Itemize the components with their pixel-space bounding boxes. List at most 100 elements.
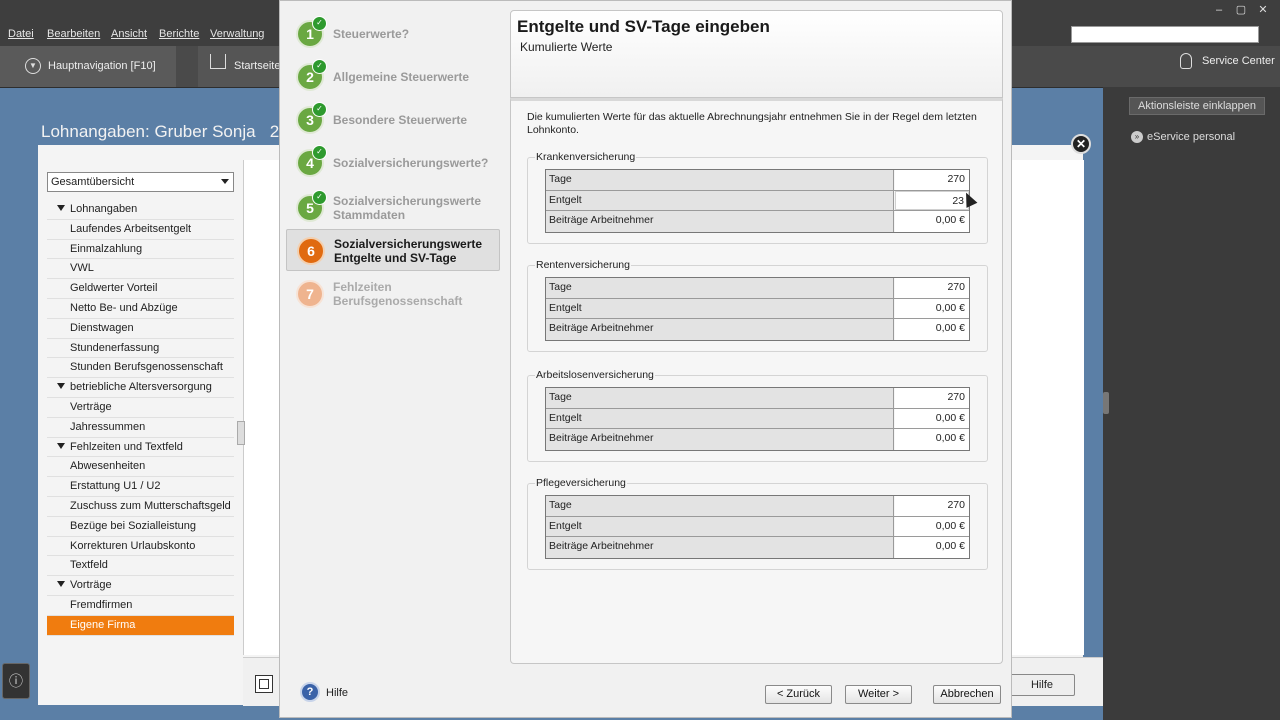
chevron-down-icon <box>221 179 229 184</box>
wizard-step-3[interactable]: 3 ✓ Besondere Steuerwerte <box>286 102 500 136</box>
close-icon[interactable]: ✕ <box>1252 3 1274 16</box>
field-label: Tage <box>546 278 894 298</box>
tree-item[interactable]: Abwesenheiten <box>47 457 234 478</box>
cancel-button[interactable]: Abbrechen <box>933 685 1001 704</box>
wizard-step-4[interactable]: 4 ✓ Sozialversicherungswerte? <box>286 145 500 179</box>
step-label: Sozialversicherungswerte Stammdaten <box>333 194 482 222</box>
help-link[interactable]: Hilfe <box>326 687 348 699</box>
expand-triangle-icon[interactable] <box>57 205 65 211</box>
tree-item[interactable]: Verträge <box>47 398 234 418</box>
service-center-label: Service Center <box>1202 54 1275 67</box>
value-input[interactable]: 23 <box>895 190 969 210</box>
splitter-handle[interactable] <box>237 421 245 445</box>
hilfe-button-background[interactable]: Hilfe <box>1009 674 1075 696</box>
menu-bearbeiten[interactable]: Bearbeiten <box>47 28 100 40</box>
value-input[interactable]: 270 <box>895 388 969 408</box>
tree-item[interactable]: Geldwerter Vorteil <box>47 279 234 299</box>
tree-item[interactable]: Eigene Firma <box>47 615 234 636</box>
home-icon <box>210 54 226 69</box>
wizard-step-5[interactable]: 5 ✓ Sozialversicherungswerte Stammdaten <box>286 190 500 226</box>
service-center-button[interactable]: Service Center <box>1180 53 1275 69</box>
tree-item[interactable]: Erstattung U1 / U2 <box>47 477 234 497</box>
tree-item-label: Fehlzeiten und Textfeld <box>70 440 183 453</box>
help-icon[interactable]: ? <box>300 682 320 702</box>
step-label: Sozialversicherungswerte Entgelte und SV… <box>334 237 483 265</box>
value-input[interactable]: 0,00 € <box>895 537 969 558</box>
value-input[interactable]: 0,00 € <box>895 298 969 318</box>
checkmark-icon: ✓ <box>312 59 327 74</box>
hauptnavigation-label: Hauptnavigation [F10] <box>48 60 156 72</box>
tree-item[interactable]: Einmalzahlung <box>47 240 234 260</box>
wizard-step-2[interactable]: 2 ✓ Allgemeine Steuerwerte <box>286 59 500 93</box>
value-input[interactable]: 270 <box>895 278 969 298</box>
tree-group[interactable]: Vorträge <box>47 576 234 596</box>
tree-item-label: Bezüge bei Sozialleistung <box>70 519 196 532</box>
tree-item-label: Eigene Firma <box>70 618 136 631</box>
value-input[interactable]: 0,00 € <box>895 429 969 450</box>
grid-row: Beiträge Arbeitnehmer 0,00 € <box>546 319 969 340</box>
group-title: Krankenversicherung <box>535 151 637 163</box>
tab-startseite[interactable]: Startseite <box>198 46 280 87</box>
tree-item[interactable]: Stunden Berufsgenossenschaft <box>47 358 234 379</box>
back-button[interactable]: < Zurück <box>765 685 832 704</box>
overview-select-value: Gesamtübersicht <box>51 176 135 188</box>
tree-item[interactable]: Zuschuss zum Mutterschaftsgeld <box>47 497 234 517</box>
tree-item[interactable]: Netto Be- und Abzüge <box>47 299 234 319</box>
field-label: Entgelt <box>546 408 894 428</box>
tree-item-label: Einmalzahlung <box>70 242 143 255</box>
value-input[interactable]: 0,00 € <box>895 516 969 536</box>
tree-item[interactable]: VWL <box>47 259 234 280</box>
info-icon[interactable]: ⓘ <box>2 663 30 699</box>
tree-group[interactable]: betriebliche Altersversorgung <box>47 378 234 398</box>
value-input[interactable]: 0,00 € <box>895 408 969 428</box>
checkmark-icon: ✓ <box>312 190 327 205</box>
tree-item[interactable]: Stundenerfassung <box>47 339 234 359</box>
tree-group[interactable]: Fehlzeiten und Textfeld <box>47 438 234 458</box>
grid-row: Tage 270 <box>546 496 969 517</box>
expand-triangle-icon[interactable] <box>57 581 65 588</box>
tree-item[interactable]: Bezüge bei Sozialleistung <box>47 517 234 537</box>
panel-description: Die kumulierten Werte für das aktuelle A… <box>527 111 977 136</box>
hauptnavigation-button[interactable]: ▼ Hauptnavigation [F10] <box>0 46 176 87</box>
menu-berichte[interactable]: Berichte <box>159 28 199 40</box>
values-grid: Tage 270 Entgelt 0,00 € Beiträge Arbeitnehme… <box>545 277 970 341</box>
wizard-step-6[interactable]: 6 Sozialversicherungswerte Entgelte und S… <box>286 229 500 271</box>
tree-group[interactable]: Lohnangaben <box>47 200 234 220</box>
tree-item[interactable]: Laufendes Arbeitsentgelt <box>47 220 234 240</box>
expand-triangle-icon[interactable] <box>57 383 65 390</box>
panel-title: Entgelte und SV-Tage eingeben <box>517 17 770 36</box>
minimize-icon[interactable]: – <box>1208 4 1230 16</box>
value-input[interactable]: 270 <box>895 496 969 516</box>
tree-item[interactable]: Korrekturen Urlaubskonto <box>47 537 234 557</box>
value-input[interactable]: 270 <box>895 170 969 190</box>
tree-item[interactable]: Jahressummen <box>47 418 234 438</box>
wizard-step-7[interactable]: 7 Fehlzeiten Berufsgenossenschaft <box>286 276 500 312</box>
maximize-icon[interactable]: ▢ <box>1230 3 1252 16</box>
value-input[interactable]: 0,00 € <box>895 319 969 340</box>
wizard-step-1[interactable]: 1 ✓ Steuerwerte? <box>286 16 500 50</box>
menu-ansicht[interactable]: Ansicht <box>111 28 147 40</box>
values-grid: Tage 270 Entgelt 0,00 € Beiträge Arbeitnehme… <box>545 387 970 451</box>
tree-item-label: VWL <box>70 262 94 275</box>
tree-item[interactable]: Dienstwagen <box>47 319 234 339</box>
group-title: Pflegeversicherung <box>535 477 627 489</box>
eservice-personal-link[interactable]: » eService personal <box>1131 131 1235 144</box>
overview-select[interactable]: Gesamtübersicht <box>47 172 234 192</box>
calculator-icon[interactable] <box>255 675 273 693</box>
value-input[interactable]: 0,00 € <box>895 211 969 232</box>
expand-triangle-icon[interactable] <box>57 442 65 449</box>
tree-item[interactable]: Fremdfirmen <box>47 596 234 616</box>
panel-subtitle: Kumulierte Werte <box>520 40 613 54</box>
field-label: Tage <box>546 170 894 190</box>
tree-item[interactable]: Textfeld <box>47 556 234 577</box>
menu-verwaltung[interactable]: Verwaltung <box>210 28 264 40</box>
field-label: Entgelt <box>546 298 894 318</box>
close-icon[interactable]: ✕ <box>1071 134 1091 154</box>
collapse-action-pane-button[interactable]: Aktionsleiste einklappen <box>1129 97 1265 115</box>
window-title: Lohnangaben: Gruber Sonja 2 <box>41 122 279 142</box>
chevron-down-icon: ▼ <box>25 58 41 74</box>
search-input[interactable] <box>1071 26 1259 43</box>
menu-datei[interactable]: Datei <box>8 28 34 40</box>
pane-resize-handle[interactable] <box>1103 392 1109 414</box>
next-button[interactable]: Weiter > <box>845 685 912 704</box>
